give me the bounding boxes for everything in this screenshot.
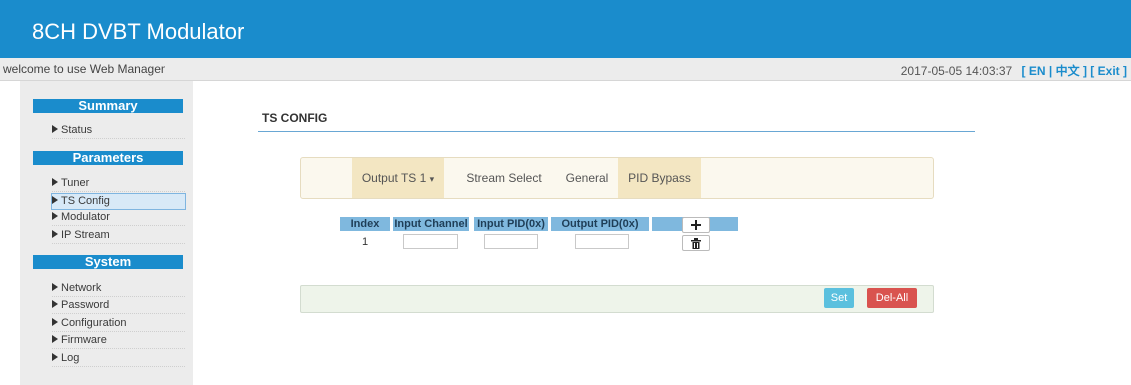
tab-stream-select[interactable]: Stream Select — [456, 158, 552, 198]
bracket-close: ] — [1082, 64, 1087, 78]
app-header: 8CH DVBT Modulator — [0, 0, 1131, 58]
row-index: 1 — [362, 236, 369, 248]
sidebar-item-label: Status — [61, 124, 93, 136]
sidebar-item-status[interactable]: Status — [52, 123, 185, 139]
sidebar-item-label: Firmware — [61, 334, 107, 346]
sidebar-item-label: Log — [61, 352, 80, 364]
col-header-input-channel: Input Channel — [393, 217, 469, 231]
sidebar-item-label: TS Config — [61, 195, 110, 207]
exit-link[interactable]: Exit — [1098, 64, 1120, 78]
tab-pid-bypass[interactable]: PID Bypass — [618, 158, 701, 198]
chevron-down-icon: ▾ — [429, 174, 435, 184]
col-header-index: Index — [340, 217, 390, 231]
sidebar-section-parameters: Parameters — [33, 151, 183, 165]
col-header-input-pid: Input PID(0x) — [474, 217, 548, 231]
add-row-button[interactable] — [682, 217, 710, 233]
triangle-right-icon — [52, 196, 58, 204]
sidebar-section-system: System — [33, 255, 183, 269]
sidebar-item-label: Tuner — [61, 177, 90, 189]
triangle-right-icon — [52, 300, 58, 308]
sidebar-item-label: Modulator — [61, 211, 110, 223]
welcome-text: welcome to use Web Management — [3, 62, 165, 76]
datetime: 2017-05-05 14:03:37 — [900, 64, 1013, 78]
triangle-right-icon — [52, 318, 58, 326]
triangle-right-icon — [52, 283, 58, 291]
app-title: 8CH DVBT Modulator — [32, 19, 245, 44]
triangle-right-icon — [52, 178, 58, 186]
triangle-right-icon — [52, 335, 58, 343]
lang-separator: | — [1048, 64, 1053, 78]
output-pid-field[interactable] — [575, 234, 629, 249]
del-all-button[interactable]: Del-All — [867, 288, 917, 308]
tab-general[interactable]: General — [559, 158, 615, 198]
exit-bracket-close: ] — [1123, 64, 1127, 78]
sidebar-item-label: Password — [61, 299, 110, 311]
trash-icon — [691, 237, 701, 249]
tab-output-ts[interactable]: Output TS 1 ▾ — [352, 158, 444, 198]
lang-en-link[interactable]: EN — [1029, 64, 1046, 78]
tab-pid-bypass-label: PID Bypass — [628, 171, 691, 185]
title-divider — [258, 131, 975, 132]
sidebar: Summary Status Parameters Tuner TS Confi… — [20, 81, 193, 385]
sidebar-item-modulator[interactable]: Modulator — [52, 210, 185, 226]
sidebar-item-firmware[interactable]: Firmware — [52, 333, 185, 349]
sidebar-item-log[interactable]: Log — [52, 351, 185, 367]
page-title: TS CONFIG — [262, 111, 328, 125]
col-header-output-pid: Output PID(0x) — [551, 217, 649, 231]
triangle-right-icon — [52, 212, 58, 220]
sidebar-item-ip-stream[interactable]: IP Stream — [52, 228, 185, 244]
sidebar-item-label: Configuration — [61, 317, 127, 329]
tab-stream-select-label: Stream Select — [466, 171, 542, 185]
input-pid-field[interactable] — [484, 234, 538, 249]
plus-icon — [691, 220, 701, 230]
triangle-right-icon — [52, 125, 58, 133]
tab-bar: Output TS 1 ▾ Stream Select General PID … — [300, 157, 934, 199]
triangle-right-icon — [52, 353, 58, 361]
bracket-open: [ — [1021, 64, 1026, 78]
sidebar-item-network[interactable]: Network — [52, 281, 185, 297]
sidebar-section-summary: Summary — [33, 99, 183, 113]
delete-row-button[interactable] — [682, 235, 710, 251]
sidebar-item-ts-config[interactable]: TS Config — [51, 193, 186, 210]
set-button[interactable]: Set — [824, 288, 854, 308]
status-bar: welcome to use Web Management 2017-05-05… — [0, 58, 1131, 81]
sidebar-item-label: IP Stream — [61, 229, 110, 241]
sidebar-item-password[interactable]: Password — [52, 298, 185, 314]
tab-general-label: General — [565, 171, 609, 185]
triangle-right-icon — [52, 230, 58, 238]
exit-bracket-open: [ — [1090, 64, 1095, 78]
lang-zh-link[interactable]: 中文 — [1056, 64, 1080, 78]
status-right: 2017-05-05 14:03:37 [ EN | 中文 ] [ Exit ] — [901, 62, 1127, 79]
sidebar-item-configuration[interactable]: Configuration — [52, 316, 185, 332]
tab-output-ts-label: Output TS 1 — [361, 171, 427, 185]
sidebar-item-label: Network — [61, 282, 102, 294]
sidebar-item-tuner[interactable]: Tuner — [52, 176, 185, 192]
input-channel-field[interactable] — [403, 234, 458, 249]
